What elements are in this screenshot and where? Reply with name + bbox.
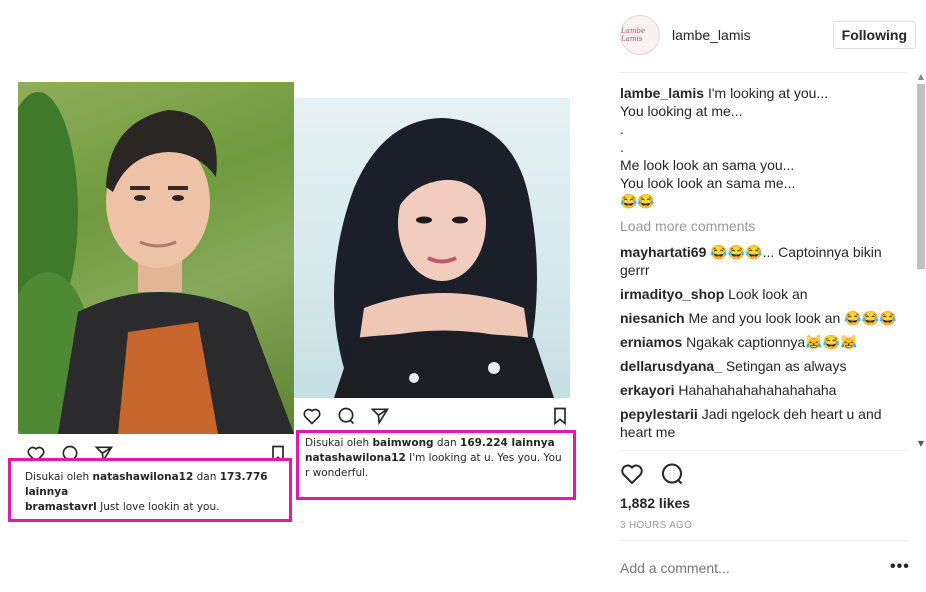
left-liked-line: Disukai oleh natashawilona12 dan 173.776… [25,470,275,500]
header-username[interactable]: lambe_lamis [672,27,751,43]
actions-divider [620,450,907,451]
caption-author: natashawilona12 [305,452,406,464]
post-panel: Lambe Lamis lambe_lamis Following lambe_… [612,0,926,592]
comment-text: Hahahahahahahahahaha [678,382,837,398]
comment-item: irmadityo_shop Look look an [620,285,910,303]
more-options-icon[interactable]: ••• [890,558,910,576]
liked-count: 169.224 lainnya [460,437,555,449]
caption-line: You look look an sama me... [620,175,796,191]
liked-prefix: Disukai oleh [305,437,370,449]
left-caption-highlight: Disukai oleh natashawilona12 dan 173.776… [8,458,292,522]
right-liked-line: Disukai oleh baimwong dan 169.224 lainny… [305,436,567,451]
comment-text: Me and you look look an 😂😂😂 [688,310,897,326]
comment-username[interactable]: mayhartati69 [620,244,706,260]
comment-username[interactable]: pepylestarii [620,406,698,422]
left-caption-line: bramastavrl Just love lookin at you. [25,500,275,515]
comment-item: mayhartati69 😂😂😂... Captoinnya bikin ger… [620,243,910,279]
caption-line: 😂😂 [620,193,655,209]
caption-author: bramastavrl [25,501,97,513]
scrollbar-thumb[interactable] [917,84,925,269]
bookmark-icon [554,407,566,426]
comment-username[interactable]: erniamos [620,334,682,350]
avatar-logo-text: Lambe Lamis [621,27,646,43]
comment-username[interactable]: dellarusdyana_ [620,358,722,374]
liked-user: natashawilona12 [92,471,194,483]
scroll-down-arrow-icon[interactable]: ▼ [916,438,926,450]
add-comment-input[interactable] [620,560,850,576]
comment-text: Setingan as always [725,358,847,374]
post-caption: lambe_lamis I'm looking at you... You lo… [620,84,910,210]
photo-woman [294,98,570,398]
photo-woman-illustration [334,118,554,398]
comment-username[interactable]: erkayori [620,382,674,398]
right-action-strip [302,406,570,426]
caption-text: I'm looking at you... [707,85,829,101]
likes-count[interactable]: 1,882 likes [620,495,690,511]
comments-scrollbar[interactable]: ▲ ▼ [916,72,926,452]
post-header: Lambe Lamis lambe_lamis Following [620,14,916,56]
caption-line: Me look look an sama you... [620,157,795,173]
caption-text: Just love lookin at you. [100,501,220,513]
caption-username[interactable]: lambe_lamis [620,85,704,101]
avatar[interactable]: Lambe Lamis [620,15,660,55]
comment-username[interactable]: irmadityo_shop [620,286,724,302]
liked-user: baimwong [372,437,434,449]
share-icon [370,408,390,426]
heart-icon[interactable] [620,462,644,486]
caption-line: . [620,139,624,155]
comment-item: niesanich Me and you look look an 😂😂😂 [620,309,910,327]
post-media[interactable]: Disukai oleh natashawilona12 dan 173.776… [0,0,612,592]
comment-item: dellarusdyana_ Setingan as always [620,357,910,375]
comment-icon [338,407,355,425]
comment-divider [620,540,907,541]
comment-icon[interactable] [660,462,684,486]
liked-mid: dan [196,471,217,483]
comment-text: Look look an [728,286,808,302]
liked-prefix: Disukai oleh [25,471,90,483]
post-timestamp: 3 HOURS AGO [620,520,693,531]
right-caption-highlight: Disukai oleh baimwong dan 169.224 lainny… [296,430,576,500]
comment-item: erniamos Ngakak captionnya😹😂😹 [620,333,910,351]
photo-man-illustration [18,92,294,434]
photo-man [18,82,294,434]
scroll-up-arrow-icon[interactable]: ▲ [916,72,926,82]
caption-line: lambe_lamis I'm looking at you... [620,84,910,102]
comment-username[interactable]: niesanich [620,310,685,326]
comment-item: pepylestarii Jadi ngelock deh heart u an… [620,405,910,441]
comment-item: erkayori Hahahahahahahahahaha [620,381,910,399]
caption-line: . [620,121,624,137]
load-more-comments-link[interactable]: Load more comments [620,217,910,235]
caption-line: You looking at me... [620,103,743,119]
comment-text: Ngakak captionnya😹😂😹 [686,334,858,350]
heart-icon [303,408,321,425]
right-caption-line: natashawilona12 I'm looking at u. Yes yo… [305,451,567,481]
following-button[interactable]: Following [832,21,916,49]
comments-list[interactable]: lambe_lamis I'm looking at you... You lo… [620,84,910,450]
liked-mid: dan [436,437,457,449]
post-actions [620,462,684,486]
header-divider [620,72,907,73]
